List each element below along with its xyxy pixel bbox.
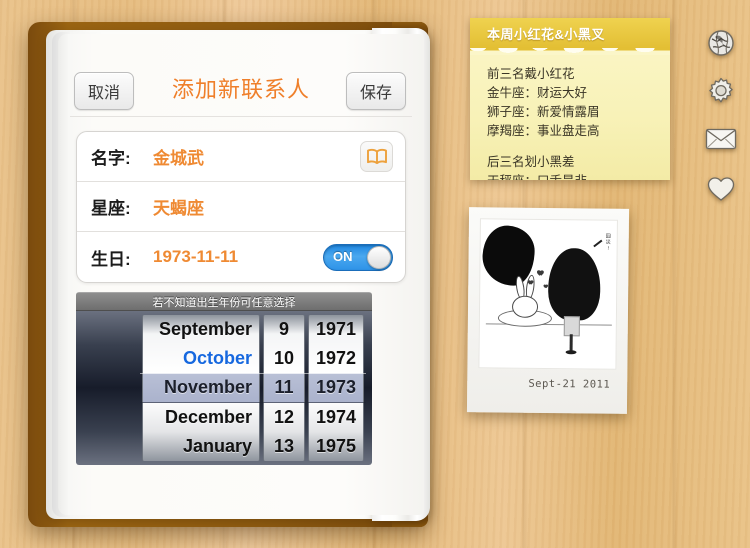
note-line: 前三名戴小红花 — [487, 67, 575, 81]
year-option[interactable]: 1972 — [309, 344, 363, 373]
picker-wheels: September October November December Janu… — [142, 315, 364, 461]
year-option[interactable]: 1971 — [309, 315, 363, 344]
hair-detail — [593, 239, 603, 247]
sticky-note[interactable]: 本周小红花&小黑叉 前三名戴小红花 金牛座：财运大好 狮子座：新爱情露眉 摩羯座… — [470, 18, 670, 180]
form-row-name: 名字: 金城武 — [77, 132, 405, 182]
photo-caption: Sept-21 2011 — [528, 377, 611, 391]
mail-icon[interactable] — [704, 122, 738, 156]
day-option[interactable]: 9 — [264, 315, 304, 344]
birthday-label: 生日: — [91, 249, 131, 269]
zodiac-value[interactable]: 天蝎座 — [153, 194, 204, 219]
note-line: 摩羯座：事业盘走高 — [487, 124, 600, 138]
birthday-value[interactable]: 1973-11-11 — [153, 247, 238, 267]
zodiac-label: 星座: — [91, 199, 131, 218]
save-button[interactable]: 保存 — [345, 72, 406, 110]
day-option[interactable]: 10 — [264, 344, 304, 373]
note-line-spacer — [487, 141, 670, 153]
sticky-note-title: 本周小红花&小黑叉 — [487, 26, 605, 42]
sidebar — [690, 0, 750, 548]
form-header: 取消 添加新联系人 保存 — [58, 34, 424, 110]
day-option-selected[interactable]: 11 — [264, 373, 304, 403]
bunny-icon — [510, 274, 540, 318]
ink-blob — [482, 225, 535, 286]
photo-stamp-icon: 囧災! — [605, 233, 611, 252]
header-divider — [70, 116, 412, 117]
photo-image: 囧災! — [478, 218, 618, 370]
month-option[interactable]: January — [143, 432, 259, 461]
month-wheel[interactable]: September October November December Janu… — [142, 315, 260, 461]
note-line: 狮子座：新爱情露眉 — [487, 105, 600, 119]
note-line: 金牛座：财运大好 — [487, 86, 588, 100]
year-wheel[interactable]: 1971 1972 1973 1974 1975 — [308, 315, 364, 461]
day-option[interactable]: 12 — [264, 403, 304, 432]
birthday-toggle[interactable]: ON — [323, 244, 393, 271]
name-label: 名字: — [91, 149, 131, 168]
open-book-icon[interactable] — [360, 141, 393, 172]
sticky-note-header: 本周小红花&小黑叉 — [470, 18, 670, 48]
sticky-note-body: 前三名戴小红花 金牛座：财运大好 狮子座：新爱情露眉 摩羯座：事业盘走高 后三名… — [470, 55, 670, 180]
date-picker[interactable]: 若不知道出生年份可任意选择 September October November… — [76, 292, 372, 465]
girl-figure-icon — [547, 248, 601, 321]
picker-hint-text: 若不知道出生年份可任意选择 — [152, 296, 296, 309]
year-option[interactable]: 1974 — [309, 403, 363, 432]
name-value[interactable]: 金城武 — [153, 144, 204, 169]
form-row-birthday: 生日: 1973-11-11 ON — [77, 232, 405, 282]
polaroid-photo[interactable]: 囧災! Sept-21 2011 — [466, 207, 630, 414]
month-option[interactable]: October — [143, 344, 259, 373]
heart-icon[interactable] — [704, 172, 738, 206]
year-option[interactable]: 1975 — [309, 432, 363, 461]
gear-icon[interactable] — [704, 74, 738, 108]
notebook-page: 取消 添加新联系人 保存 名字: 金城武 星座: 天蝎座 生日: 1973-11… — [58, 34, 424, 515]
toggle-knob — [367, 246, 391, 269]
girl-foot — [565, 350, 577, 355]
form-row-zodiac: 星座: 天蝎座 — [77, 182, 405, 232]
contact-form-card: 名字: 金城武 星座: 天蝎座 生日: 1973-11-11 ON — [76, 131, 406, 283]
picker-body: September October November December Janu… — [76, 311, 372, 465]
sticky-note-torn-edge — [470, 48, 670, 55]
globe-icon[interactable] — [704, 26, 738, 60]
note-line: 后三名划小黑差 — [487, 155, 575, 169]
heart-doodle-icon — [538, 268, 545, 274]
month-option-selected[interactable]: November — [143, 373, 259, 403]
month-option[interactable]: September — [143, 315, 259, 344]
month-option[interactable]: December — [143, 403, 259, 432]
toggle-state-label: ON — [333, 249, 353, 264]
year-option-selected[interactable]: 1973 — [309, 373, 363, 403]
heart-doodle-icon — [544, 283, 549, 287]
day-wheel[interactable]: 9 10 11 12 13 — [263, 315, 305, 461]
picker-hint-bar: 若不知道出生年份可任意选择 — [76, 292, 372, 311]
heart-doodle-icon — [529, 278, 535, 283]
day-option[interactable]: 13 — [264, 432, 304, 461]
note-line-clipped: 天秤座：口舌是非 — [487, 172, 670, 180]
